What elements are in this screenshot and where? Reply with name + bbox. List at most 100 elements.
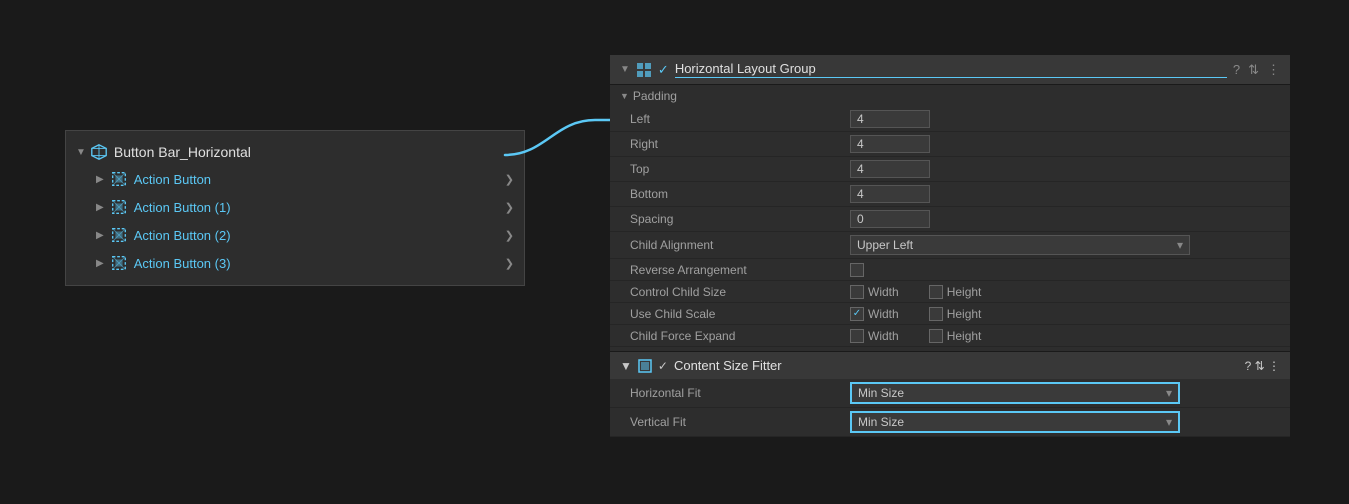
use-child-scale-label: Use Child Scale bbox=[630, 307, 850, 321]
horizontal-fit-arrow: ▾ bbox=[1166, 386, 1172, 400]
chevron-right-0: ❯ bbox=[505, 173, 514, 186]
child-item-2[interactable]: ▶ Action Button (2) ❯ bbox=[66, 221, 524, 249]
child-item-1[interactable]: ▶ Action Button (1) ❯ bbox=[66, 193, 524, 221]
child-alignment-label: Child Alignment bbox=[630, 238, 850, 252]
padding-expand[interactable]: ▼ bbox=[620, 91, 629, 101]
csf-section: ▼ ✓ Content Size Fitter ? ⇅ ⋮ Horizontal… bbox=[610, 351, 1290, 437]
more-icon[interactable]: ⋮ bbox=[1267, 62, 1280, 78]
horizontal-fit-value: Min Size bbox=[858, 386, 904, 400]
control-width-checkbox[interactable] bbox=[850, 285, 864, 299]
vertical-fit-value: Min Size bbox=[858, 415, 904, 429]
hierarchy-panel: ▼ Button Bar_Horizontal ▶ Action Button … bbox=[65, 130, 525, 286]
use-scale-height-label: Height bbox=[947, 307, 982, 321]
child-item-3[interactable]: ▶ Action Button (3) ❯ bbox=[66, 249, 524, 277]
control-child-size-checkboxes: Width Height bbox=[850, 285, 981, 299]
child-expand-2[interactable]: ▶ bbox=[96, 230, 104, 241]
chevron-right-1: ❯ bbox=[505, 201, 514, 214]
csf-icons: ? ⇅ ⋮ bbox=[1245, 359, 1280, 373]
hlg-title: Horizontal Layout Group bbox=[675, 61, 1227, 78]
root-item[interactable]: ▼ Button Bar_Horizontal bbox=[66, 139, 524, 165]
padding-bottom-label: Bottom bbox=[630, 187, 850, 201]
padding-right-input[interactable] bbox=[850, 135, 930, 153]
child-force-expand-checkboxes: Width Height bbox=[850, 329, 981, 343]
horizontal-fit-row: Horizontal Fit Min Size ▾ bbox=[610, 379, 1290, 408]
hlg-component-icon bbox=[636, 62, 652, 78]
expand-arrow-root[interactable]: ▼ bbox=[76, 147, 86, 158]
reverse-arrangement-row: Reverse Arrangement bbox=[610, 259, 1290, 281]
chevron-right-3: ❯ bbox=[505, 257, 514, 270]
padding-bottom-input[interactable] bbox=[850, 185, 930, 203]
reverse-arrangement-label: Reverse Arrangement bbox=[630, 263, 850, 277]
child-label-3: Action Button (3) bbox=[134, 256, 231, 271]
control-height-checkbox[interactable] bbox=[929, 285, 943, 299]
force-expand-width-checkbox[interactable] bbox=[850, 329, 864, 343]
align-icon[interactable]: ⇅ bbox=[1248, 62, 1259, 78]
cube-icon-0 bbox=[110, 170, 128, 188]
force-expand-height-checkbox[interactable] bbox=[929, 329, 943, 343]
child-label-2: Action Button (2) bbox=[134, 228, 231, 243]
root-label: Button Bar_Horizontal bbox=[114, 144, 251, 160]
padding-left-input[interactable] bbox=[850, 110, 930, 128]
hlg-enabled-check[interactable]: ✓ bbox=[658, 62, 669, 78]
child-force-expand-label: Child Force Expand bbox=[630, 329, 850, 343]
question-icon[interactable]: ? bbox=[1233, 62, 1240, 78]
reverse-arrangement-checkbox[interactable] bbox=[850, 263, 864, 277]
csf-more-icon[interactable]: ⋮ bbox=[1268, 359, 1280, 373]
csf-align-icon[interactable]: ⇅ bbox=[1255, 359, 1265, 373]
cube-icon-1 bbox=[110, 198, 128, 216]
force-expand-width-item: Width bbox=[850, 329, 899, 343]
child-expand-3[interactable]: ▶ bbox=[96, 258, 104, 269]
cube-icon-3 bbox=[110, 254, 128, 272]
use-child-scale-checkboxes: Width Height bbox=[850, 307, 981, 321]
padding-bottom-row: Bottom bbox=[610, 182, 1290, 207]
padding-right-row: Right bbox=[610, 132, 1290, 157]
force-expand-width-label: Width bbox=[868, 329, 899, 343]
use-scale-width-item: Width bbox=[850, 307, 899, 321]
csf-enabled-check[interactable]: ✓ bbox=[658, 359, 668, 373]
child-expand-0[interactable]: ▶ bbox=[96, 174, 104, 185]
use-scale-height-item: Height bbox=[929, 307, 982, 321]
csf-header: ▼ ✓ Content Size Fitter ? ⇅ ⋮ bbox=[610, 352, 1290, 379]
hlg-icons: ? ⇅ ⋮ bbox=[1233, 62, 1280, 78]
control-child-size-row: Control Child Size Width Height bbox=[610, 281, 1290, 303]
cube-icon-2 bbox=[110, 226, 128, 244]
child-expand-1[interactable]: ▶ bbox=[96, 202, 104, 213]
csf-title: Content Size Fitter bbox=[674, 358, 1239, 373]
child-alignment-dropdown[interactable]: Upper Left ▾ bbox=[850, 235, 1190, 255]
padding-section-title: ▼ Padding bbox=[610, 85, 1290, 107]
csf-icon bbox=[638, 359, 652, 373]
child-force-expand-row: Child Force Expand Width Height bbox=[610, 325, 1290, 347]
padding-left-label: Left bbox=[630, 112, 850, 126]
use-scale-height-checkbox[interactable] bbox=[929, 307, 943, 321]
csf-question-icon[interactable]: ? bbox=[1245, 359, 1252, 373]
horizontal-fit-label: Horizontal Fit bbox=[630, 386, 850, 400]
use-scale-width-checkbox[interactable] bbox=[850, 307, 864, 321]
child-label-0: Action Button bbox=[134, 172, 211, 187]
control-width-label: Width bbox=[868, 285, 899, 299]
csf-expand-arrow[interactable]: ▼ bbox=[620, 359, 632, 373]
hlg-header: ▼ ✓ Horizontal Layout Group ? ⇅ ⋮ bbox=[610, 55, 1290, 85]
control-height-label: Height bbox=[947, 285, 982, 299]
force-expand-height-label: Height bbox=[947, 329, 982, 343]
inspector-panel: ▼ ✓ Horizontal Layout Group ? ⇅ ⋮ ▼ Padd… bbox=[610, 55, 1290, 437]
padding-top-input[interactable] bbox=[850, 160, 930, 178]
vertical-fit-row: Vertical Fit Min Size ▾ bbox=[610, 408, 1290, 437]
vertical-fit-dropdown[interactable]: Min Size ▾ bbox=[850, 411, 1180, 433]
spacing-input[interactable] bbox=[850, 210, 930, 228]
child-alignment-arrow: ▾ bbox=[1177, 238, 1183, 252]
cube-icon-root bbox=[90, 143, 108, 161]
child-item-0[interactable]: ▶ Action Button ❯ bbox=[66, 165, 524, 193]
hlg-expand-arrow[interactable]: ▼ bbox=[620, 64, 630, 75]
control-child-size-label: Control Child Size bbox=[630, 285, 850, 299]
child-label-1: Action Button (1) bbox=[134, 200, 231, 215]
spacing-label: Spacing bbox=[630, 212, 850, 226]
horizontal-fit-dropdown[interactable]: Min Size ▾ bbox=[850, 382, 1180, 404]
child-alignment-row: Child Alignment Upper Left ▾ bbox=[610, 232, 1290, 259]
padding-left-row: Left bbox=[610, 107, 1290, 132]
spacing-row: Spacing bbox=[610, 207, 1290, 232]
vertical-fit-arrow: ▾ bbox=[1166, 415, 1172, 429]
padding-top-row: Top bbox=[610, 157, 1290, 182]
use-child-scale-row: Use Child Scale Width Height bbox=[610, 303, 1290, 325]
vertical-fit-label: Vertical Fit bbox=[630, 415, 850, 429]
child-alignment-value: Upper Left bbox=[857, 238, 913, 252]
